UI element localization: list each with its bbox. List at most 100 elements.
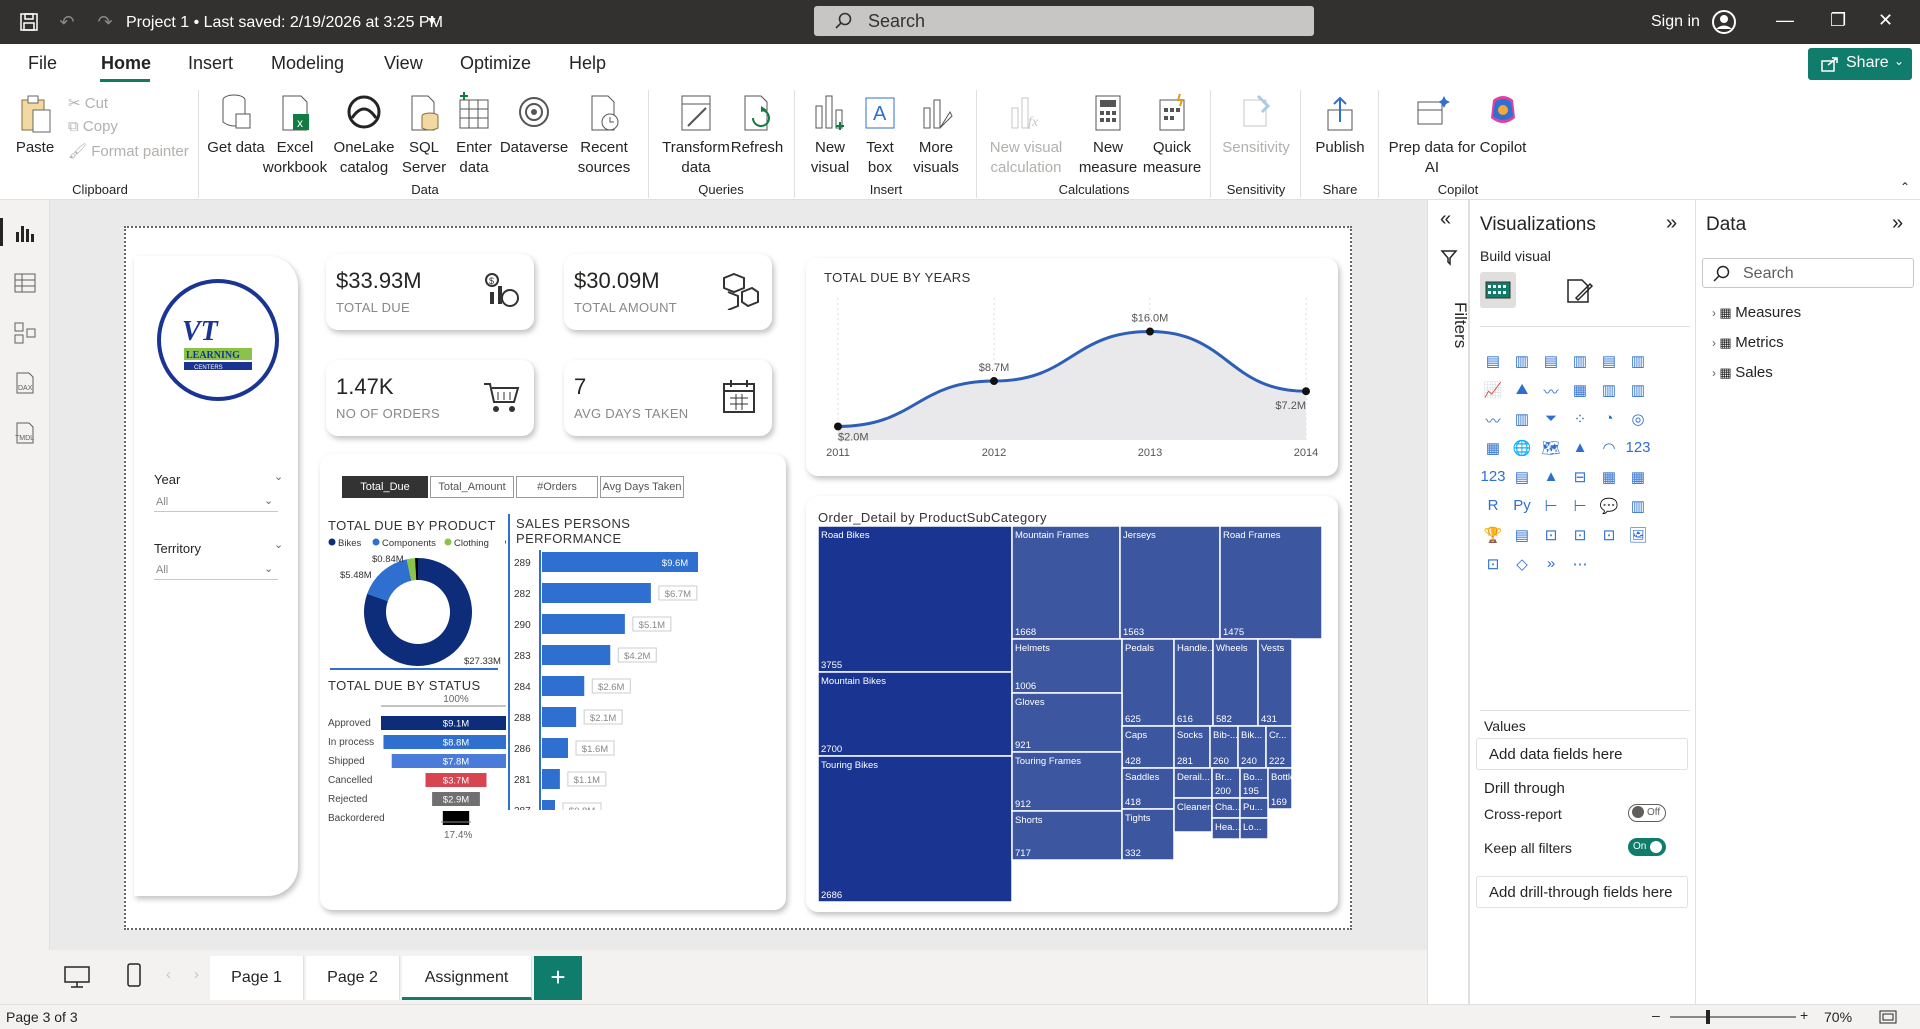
project-title[interactable]: Project 1 • Last saved: 2/19/2026 at 3:2… [126,14,443,32]
more-icon[interactable]: ⋯ [1567,555,1593,579]
waterfall-icon[interactable]: ▥ [1596,381,1622,405]
table-view-icon[interactable] [12,270,38,296]
data-search-input[interactable]: Search [1702,258,1914,288]
redo-icon[interactable]: ↷ [94,11,116,33]
desktop-layout-icon[interactable] [62,964,92,990]
excel-button[interactable]: x Excel workbook [260,92,330,178]
dataverse-button[interactable]: Dataverse [498,92,570,158]
azure-map-icon[interactable]: ▲ [1567,439,1593,463]
refresh-button[interactable]: Refresh [728,92,786,158]
line-chart-card[interactable]: TOTAL DUE BY YEARS $2.0M 2011 $8.7M 2012 $16… [806,258,1338,476]
tab-avg-days[interactable]: Avg Days Taken [600,476,684,498]
report-view-icon[interactable] [12,220,38,246]
table-metrics[interactable]: › ▦ Metrics [1712,334,1784,351]
menu-insert[interactable]: Insert [188,53,233,74]
slicer-year-dropdown[interactable]: All ⌄ [154,492,278,512]
scatter-icon[interactable]: ⏷ [1538,410,1564,434]
narrative-icon[interactable]: 💬 [1596,497,1622,521]
custom-1-icon[interactable]: ⊡ [1596,526,1622,550]
treemap-card[interactable]: Order_Detail by ProductSubCategory Road … [806,496,1338,912]
expand-filters-icon[interactable]: « [1440,208,1451,231]
kpi-card-total-amount[interactable]: $30.09M TOTAL AMOUNT [564,254,772,330]
slicer-territory-dropdown[interactable]: All ⌄ [154,560,278,580]
zoom-slider[interactable] [1670,1016,1796,1018]
collapse-vis-icon[interactable]: » [1666,212,1677,235]
menu-optimize[interactable]: Optimize [460,53,531,74]
paginated-icon[interactable]: ▥ [1625,497,1651,521]
fit-to-page-icon[interactable] [1878,1009,1898,1025]
format-visual-icon[interactable] [1564,276,1594,306]
zoom-in-icon[interactable]: + [1800,1007,1808,1023]
values-well[interactable]: Add data fields here [1476,738,1688,770]
signin-link[interactable]: Sign in [1651,13,1700,31]
clustered-column-icon[interactable]: ▥ [1567,352,1593,376]
publish-button[interactable]: Publish [1310,92,1370,158]
mobile-layout-icon[interactable] [124,962,144,990]
donut-icon[interactable]: ◔ [1596,410,1622,434]
account-icon[interactable] [1711,9,1737,35]
build-visual-tab[interactable] [1480,272,1516,308]
stacked-column-icon[interactable]: ▥ [1509,352,1535,376]
chevron-down-icon[interactable]: ⌄ [274,538,283,551]
menu-file[interactable]: File [28,53,57,74]
undo-icon[interactable]: ↶ [56,11,78,33]
format-painter-button[interactable]: 🖌 Format painter [68,142,189,160]
menu-help[interactable]: Help [569,53,606,74]
card-icon[interactable]: 123 [1625,439,1651,463]
onelake-button[interactable]: OneLake catalog [330,92,398,178]
gauge-icon[interactable]: ◠ [1596,439,1622,463]
menu-home[interactable]: Home [101,53,151,74]
custom-2-icon[interactable]: ⊡ [1480,555,1506,579]
new-visual-button[interactable]: New visual [800,92,860,178]
power-automate-icon[interactable]: ⊡ [1567,526,1593,550]
title-chevron-icon[interactable]: ▼ [426,14,438,28]
quick-measure-button[interactable]: Quick measure [1140,92,1204,178]
stacked-area-icon[interactable]: 〰 [1538,381,1564,405]
chevron-down-icon[interactable]: ⌄ [274,470,283,483]
multi-row-card-icon[interactable]: 123 [1480,468,1506,492]
dax-query-icon[interactable]: DAX [12,370,38,396]
page-tab-assignment[interactable]: Assignment [402,956,532,1000]
qa-icon[interactable]: ⊢ [1567,497,1593,521]
page-tab-2[interactable]: Page 2 [306,956,400,1000]
new-visual-calc-button[interactable]: fx New visual calculation [984,92,1068,178]
kpi-card-orders[interactable]: 1.47K NO OF ORDERS [326,360,534,436]
sensitivity-button[interactable]: Sensitivity [1218,92,1294,158]
copy-button[interactable]: ⧉ Copy [68,118,118,135]
trophy-icon[interactable]: 🏆 [1480,526,1506,550]
get-data-button[interactable]: Get data [206,92,266,158]
product-status-card[interactable]: Total_Due Total_Amount #Orders Avg Days … [320,454,786,910]
metrics-icon[interactable]: ▤ [1509,526,1535,550]
collapse-data-icon[interactable]: » [1892,212,1903,235]
save-icon[interactable] [18,11,40,33]
cut-button[interactable]: ✂ Cut [68,94,108,112]
kpi-icon[interactable]: ▤ [1509,468,1535,492]
line-chart-icon[interactable]: 📈 [1480,381,1506,405]
chevron-icon[interactable]: » [1538,555,1564,579]
decomp-tree-icon[interactable]: ⊢ [1538,497,1564,521]
restore-icon[interactable]: ❐ [1830,10,1846,31]
close-icon[interactable]: ✕ [1878,10,1893,31]
key-influencers-icon[interactable]: Py [1509,497,1535,521]
line-stacked-icon[interactable]: 〰 [1480,410,1506,434]
tab-total-amount[interactable]: Total_Amount [430,476,514,498]
table-sales[interactable]: › ▦ Sales [1712,364,1773,381]
prep-data-button[interactable]: Prep data for AI [1384,92,1480,178]
add-page-button[interactable]: + [534,956,582,1000]
table-icon[interactable]: ⊟ [1567,468,1593,492]
keep-filters-toggle[interactable]: On [1628,838,1666,856]
enter-data-button[interactable]: Enter data [452,92,496,178]
funnel-icon[interactable]: ▥ [1509,410,1535,434]
drill-through-well[interactable]: Add drill-through fields here [1476,876,1688,908]
area-chart-icon[interactable]: ⛰ [1509,381,1535,405]
100-bar-icon[interactable]: ▤ [1596,352,1622,376]
text-box-button[interactable]: A Text box [858,92,902,178]
menu-view[interactable]: View [384,53,423,74]
tab-orders[interactable]: #Orders [516,476,598,498]
python-visual-icon[interactable]: R [1480,497,1506,521]
tab-total-due[interactable]: Total_Due [342,476,428,498]
image-icon[interactable]: 🖼 [1625,526,1651,550]
map-icon[interactable]: ▦ [1480,439,1506,463]
menu-modeling[interactable]: Modeling [271,53,344,74]
filters-pane-collapsed[interactable]: « Filters [1427,200,1470,1004]
